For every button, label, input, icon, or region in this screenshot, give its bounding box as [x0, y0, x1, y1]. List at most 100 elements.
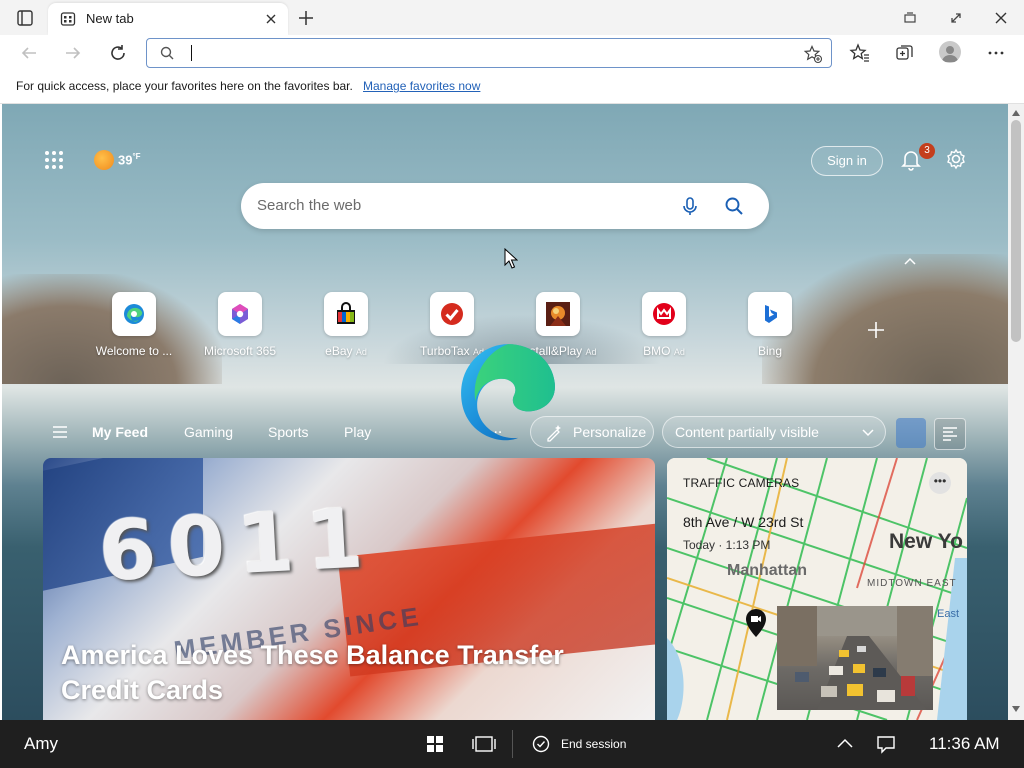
notification-badge: 3 — [919, 143, 935, 159]
forward-icon[interactable] — [62, 42, 84, 64]
hero-article-card[interactable]: 6011 MEMBER SINCE America Loves These Ba… — [43, 458, 655, 720]
grid-view-toggle[interactable] — [896, 418, 926, 448]
app-launcher-icon[interactable] — [44, 150, 64, 170]
new-tab-page: 39°F Sign in 3 Search the web Welcome to… — [2, 104, 1008, 720]
list-view-toggle[interactable] — [934, 418, 966, 450]
menu-hamburger-icon[interactable] — [52, 425, 68, 439]
add-favorite-icon[interactable] — [803, 44, 823, 64]
title-bar: New tab — [0, 0, 1024, 35]
notification-center-icon[interactable] — [876, 734, 896, 754]
ebay-bag-icon — [337, 302, 355, 324]
quick-link-tile[interactable] — [324, 292, 368, 336]
quick-link-bing[interactable]: Bing — [718, 292, 822, 362]
collapse-chevron-icon[interactable] — [902, 254, 918, 268]
quick-link-tile[interactable] — [748, 292, 792, 336]
turbotax-check-icon — [441, 303, 463, 325]
favorites-icon[interactable] — [849, 42, 871, 64]
quick-link-label: BMO Ad — [643, 344, 685, 358]
content-visibility-dropdown[interactable]: Content partially visible — [662, 416, 886, 448]
browser-tab[interactable]: New tab — [48, 3, 288, 35]
quick-link-label: Bing — [757, 344, 783, 358]
windows-start-icon[interactable] — [426, 735, 444, 753]
favorites-bar: For quick access, place your favorites h… — [0, 71, 1024, 104]
taskbar-clock[interactable]: 11:36 AM — [929, 734, 1000, 754]
edge-logo-icon — [124, 304, 144, 324]
sunny-weather-icon[interactable] — [94, 150, 114, 170]
tab-title: New tab — [86, 11, 134, 26]
page-settings-gear-icon[interactable] — [944, 147, 968, 171]
map-label-district: MIDTOWN EAST — [867, 578, 957, 589]
bmo-logo-icon — [653, 303, 675, 325]
end-session-check-icon[interactable] — [532, 735, 550, 753]
traffic-camera-image[interactable] — [777, 606, 933, 710]
chevron-down-icon — [862, 429, 874, 437]
task-view-icon[interactable] — [471, 735, 497, 753]
camera-location: 8th Ave / W 23rd St — [683, 514, 804, 530]
sign-in-button[interactable]: Sign in — [811, 146, 883, 176]
card-number-emboss: 6011 — [96, 490, 378, 601]
quick-link-tile[interactable] — [430, 292, 474, 336]
tab-actions-icon[interactable] — [16, 9, 34, 27]
refresh-icon[interactable] — [107, 42, 129, 64]
weather-temperature[interactable]: 39°F — [118, 152, 141, 167]
quick-link-microsoft-365[interactable]: Microsoft 365 — [188, 292, 292, 362]
back-icon[interactable] — [18, 42, 40, 64]
scrollbar-thumb[interactable] — [1011, 120, 1021, 342]
card-more-options-button[interactable]: ••• — [929, 472, 951, 494]
scroll-down-arrow-icon[interactable] — [1012, 706, 1020, 712]
quick-link-label: Welcome to ... — [95, 344, 173, 358]
quick-link-bmo[interactable]: BMO Ad — [612, 292, 716, 362]
close-window-icon[interactable] — [991, 8, 1011, 28]
restore-layout-icon[interactable] — [900, 8, 920, 28]
camera-timestamp: Today · 1:13 PM — [683, 538, 771, 552]
bing-logo-icon — [765, 305, 777, 323]
map-label-city: New Yo — [889, 530, 963, 553]
microsoft-365-icon — [232, 304, 248, 324]
traffic-card-header: TRAFFIC CAMERAS — [683, 476, 800, 490]
quick-link-tile[interactable] — [536, 292, 580, 336]
address-bar[interactable] — [146, 38, 832, 68]
profile-avatar[interactable] — [939, 41, 961, 63]
page-scrollbar[interactable] — [1008, 104, 1024, 720]
traffic-cameras-card[interactable]: TRAFFIC CAMERAS ••• 8th Ave / W 23rd St … — [667, 458, 967, 720]
quick-link-tile[interactable] — [112, 292, 156, 336]
quick-link-ebay[interactable]: eBay Ad — [294, 292, 398, 362]
search-placeholder: Search the web — [257, 197, 362, 214]
new-tab-icon[interactable] — [296, 8, 316, 28]
quick-link-tile[interactable] — [642, 292, 686, 336]
favorites-bar-message: For quick access, place your favorites h… — [16, 79, 353, 93]
quick-link-label: Microsoft 365 — [203, 344, 277, 358]
map-label-east: East — [937, 608, 960, 620]
settings-more-icon[interactable] — [985, 42, 1007, 64]
quick-link-welcome[interactable]: Welcome to ... — [82, 292, 186, 362]
map-label-borough: Manhattan — [727, 562, 807, 579]
session-user-name: Amy — [24, 734, 58, 753]
feed-tab-my-feed[interactable]: My Feed — [92, 424, 148, 440]
system-tray-chevron-icon[interactable] — [836, 737, 854, 749]
search-icon — [160, 46, 174, 60]
feed-tab-gaming[interactable]: Gaming — [184, 424, 233, 440]
mouse-pointer-icon — [504, 248, 518, 269]
taskbar: Amy End session 11:36 AM — [0, 720, 1024, 768]
close-tab-icon[interactable] — [262, 10, 280, 28]
quick-link-tile[interactable] — [218, 292, 262, 336]
scroll-up-arrow-icon[interactable] — [1012, 110, 1020, 116]
quick-link-label: eBay Ad — [325, 344, 367, 358]
content-visibility-label: Content partially visible — [675, 424, 819, 440]
add-site-plus-icon[interactable] — [866, 320, 886, 340]
collections-icon[interactable] — [894, 42, 916, 64]
hero-article-title[interactable]: America Loves These Balance Transfer Cre… — [61, 638, 641, 708]
game-art-icon — [546, 302, 570, 326]
manage-favorites-link[interactable]: Manage favorites now — [363, 79, 480, 93]
camera-pin-icon[interactable] — [745, 608, 767, 638]
end-session-button[interactable]: End session — [561, 737, 626, 751]
text-caret — [191, 45, 192, 61]
personalize-label: Personalize — [573, 424, 647, 440]
feed-tab-sports[interactable]: Sports — [268, 424, 308, 440]
web-search-box[interactable]: Search the web — [241, 183, 769, 229]
search-submit-icon[interactable] — [723, 195, 745, 217]
microphone-icon[interactable] — [679, 195, 701, 217]
taskbar-separator — [512, 730, 513, 758]
feed-tab-play[interactable]: Play — [344, 424, 371, 440]
maximize-icon[interactable] — [946, 8, 966, 28]
